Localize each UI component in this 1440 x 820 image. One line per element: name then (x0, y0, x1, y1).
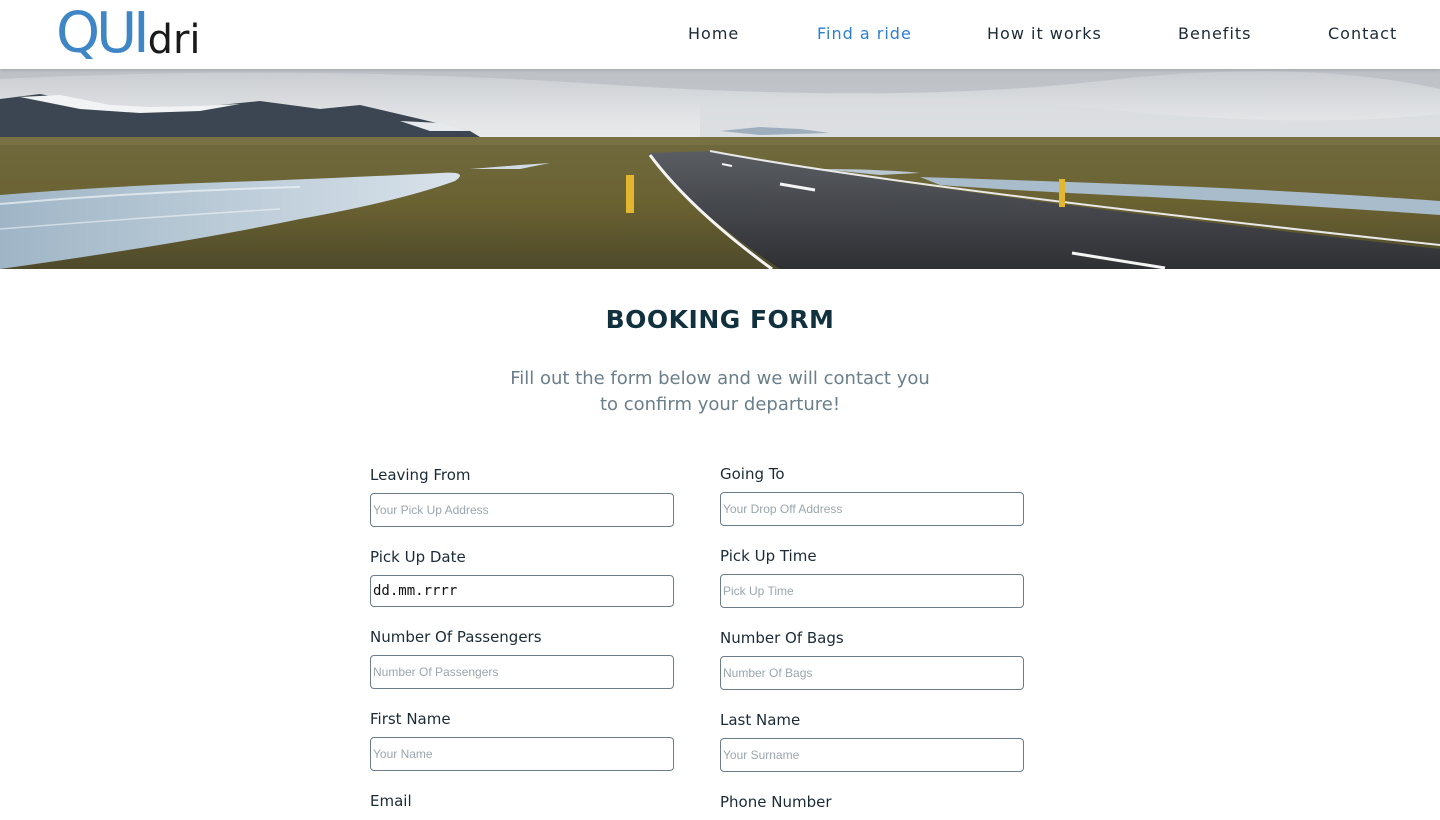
going-to-group: Going To (720, 465, 1024, 526)
first-name-input[interactable] (370, 737, 674, 771)
last-name-label: Last Name (720, 711, 801, 729)
form-subtitle: Fill out the form below and we will cont… (470, 366, 970, 418)
pickup-time-input[interactable] (720, 574, 1024, 608)
nav-item-find-a-ride[interactable]: Find a ride (817, 24, 912, 43)
leaving-from-group: Leaving From (370, 466, 674, 527)
email-label: Email (370, 792, 412, 810)
site-header: QUI dri Home Find a ride How it works Be… (0, 0, 1440, 69)
leaving-from-label: Leaving From (370, 466, 471, 484)
bags-label: Number Of Bags (720, 629, 844, 647)
leaving-from-input[interactable] (370, 493, 674, 527)
going-to-input[interactable] (720, 492, 1024, 526)
email-group: Email (370, 792, 674, 819)
last-name-group: Last Name (720, 711, 1024, 772)
pickup-date-input[interactable] (370, 575, 674, 607)
pickup-time-label: Pick Up Time (720, 547, 817, 565)
going-to-label: Going To (720, 465, 785, 483)
first-name-label: First Name (370, 710, 451, 728)
hero-banner-image (0, 69, 1440, 269)
passengers-group: Number Of Passengers (370, 628, 674, 689)
last-name-input[interactable] (720, 738, 1024, 772)
nav-item-contact[interactable]: Contact (1328, 24, 1397, 43)
phone-label: Phone Number (720, 793, 832, 811)
main-nav: Home Find a ride How it works Benefits C… (0, 24, 1440, 46)
phone-group: Phone Number (720, 793, 1024, 820)
passengers-input[interactable] (370, 655, 674, 689)
nav-item-benefits[interactable]: Benefits (1178, 24, 1252, 43)
pickup-date-group: Pick Up Date (370, 548, 674, 607)
pickup-time-group: Pick Up Time (720, 547, 1024, 608)
pickup-date-label: Pick Up Date (370, 548, 466, 566)
bags-input[interactable] (720, 656, 1024, 690)
bags-group: Number Of Bags (720, 629, 1024, 690)
form-title: BOOKING FORM (605, 305, 835, 334)
nav-item-how-it-works[interactable]: How it works (987, 24, 1102, 43)
nav-item-home[interactable]: Home (688, 24, 739, 43)
form-subtitle-line2: to confirm your departure! (599, 394, 841, 415)
passengers-label: Number Of Passengers (370, 628, 542, 646)
first-name-group: First Name (370, 710, 674, 771)
form-subtitle-line1: Fill out the form below and we will cont… (510, 368, 930, 389)
